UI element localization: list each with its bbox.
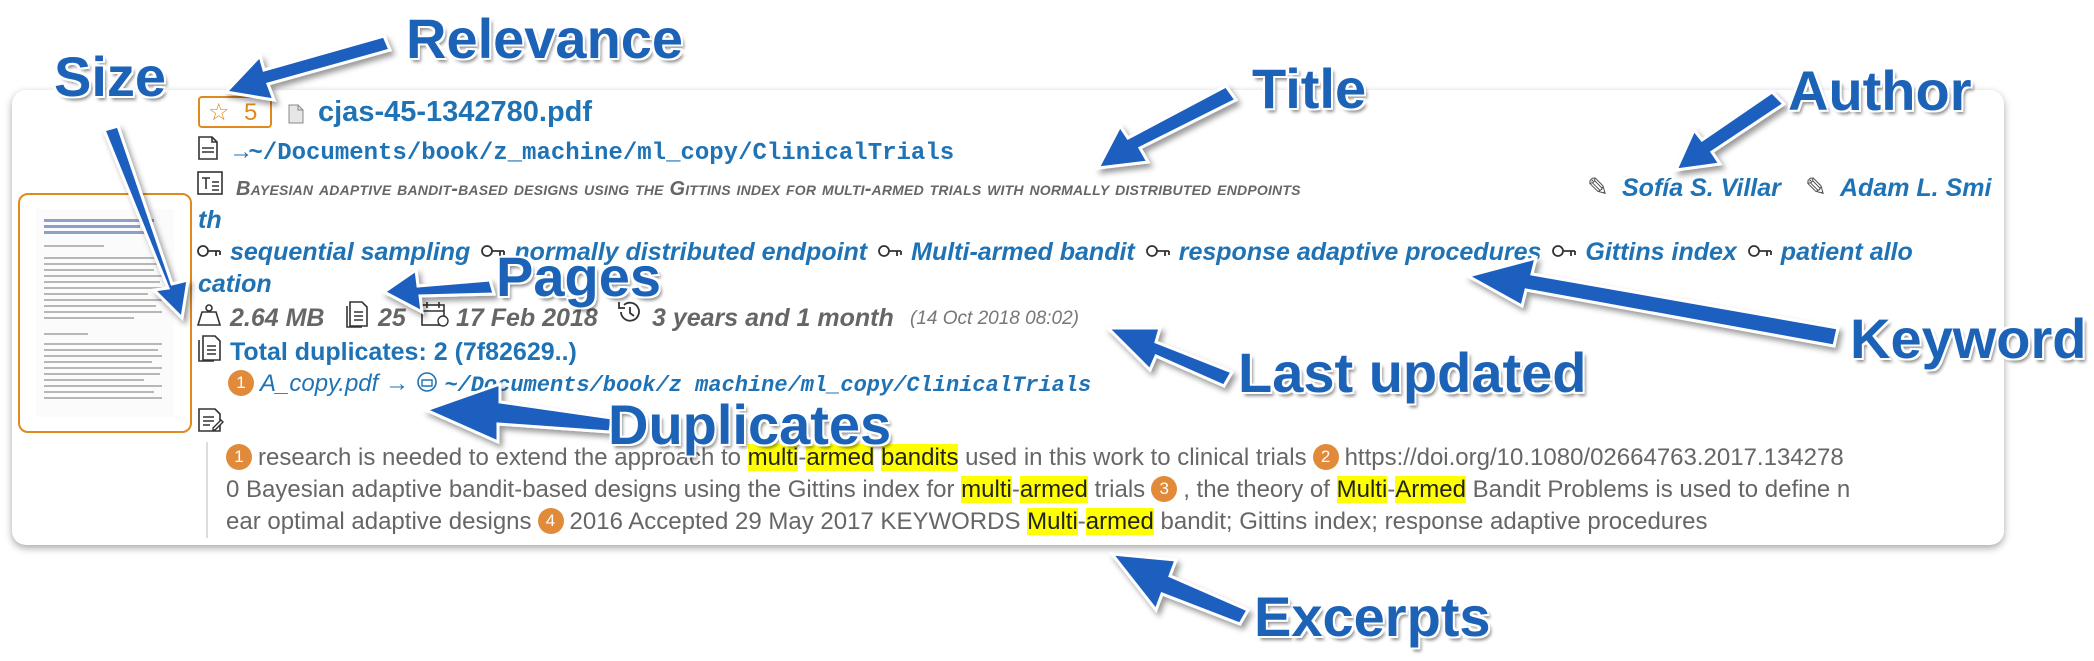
arrow-duplicates xyxy=(421,381,614,445)
annotation-arrows xyxy=(101,34,1840,626)
callout-keyword: Keyword xyxy=(1850,307,2087,370)
callout-title: Title xyxy=(1252,57,1367,120)
callout-pages: Pages xyxy=(496,245,661,308)
callout-duplicates: Duplicates xyxy=(608,393,892,456)
callout-author: Author xyxy=(1788,59,1972,122)
arrow-pages xyxy=(381,267,496,315)
arrow-relevance xyxy=(222,34,393,102)
arrow-excerpts xyxy=(1108,552,1251,626)
arrow-author xyxy=(1673,90,1787,172)
callout-relevance: Relevance xyxy=(406,7,684,70)
arrow-last-updated xyxy=(1104,326,1235,388)
arrow-size xyxy=(101,124,190,322)
arrow-title xyxy=(1095,84,1239,170)
callout-size: Size xyxy=(54,45,167,108)
arrow-keyword xyxy=(1464,255,1840,348)
callout-excerpts: Excerpts xyxy=(1254,585,1491,648)
callout-last-updated: Last updated xyxy=(1238,341,1587,404)
